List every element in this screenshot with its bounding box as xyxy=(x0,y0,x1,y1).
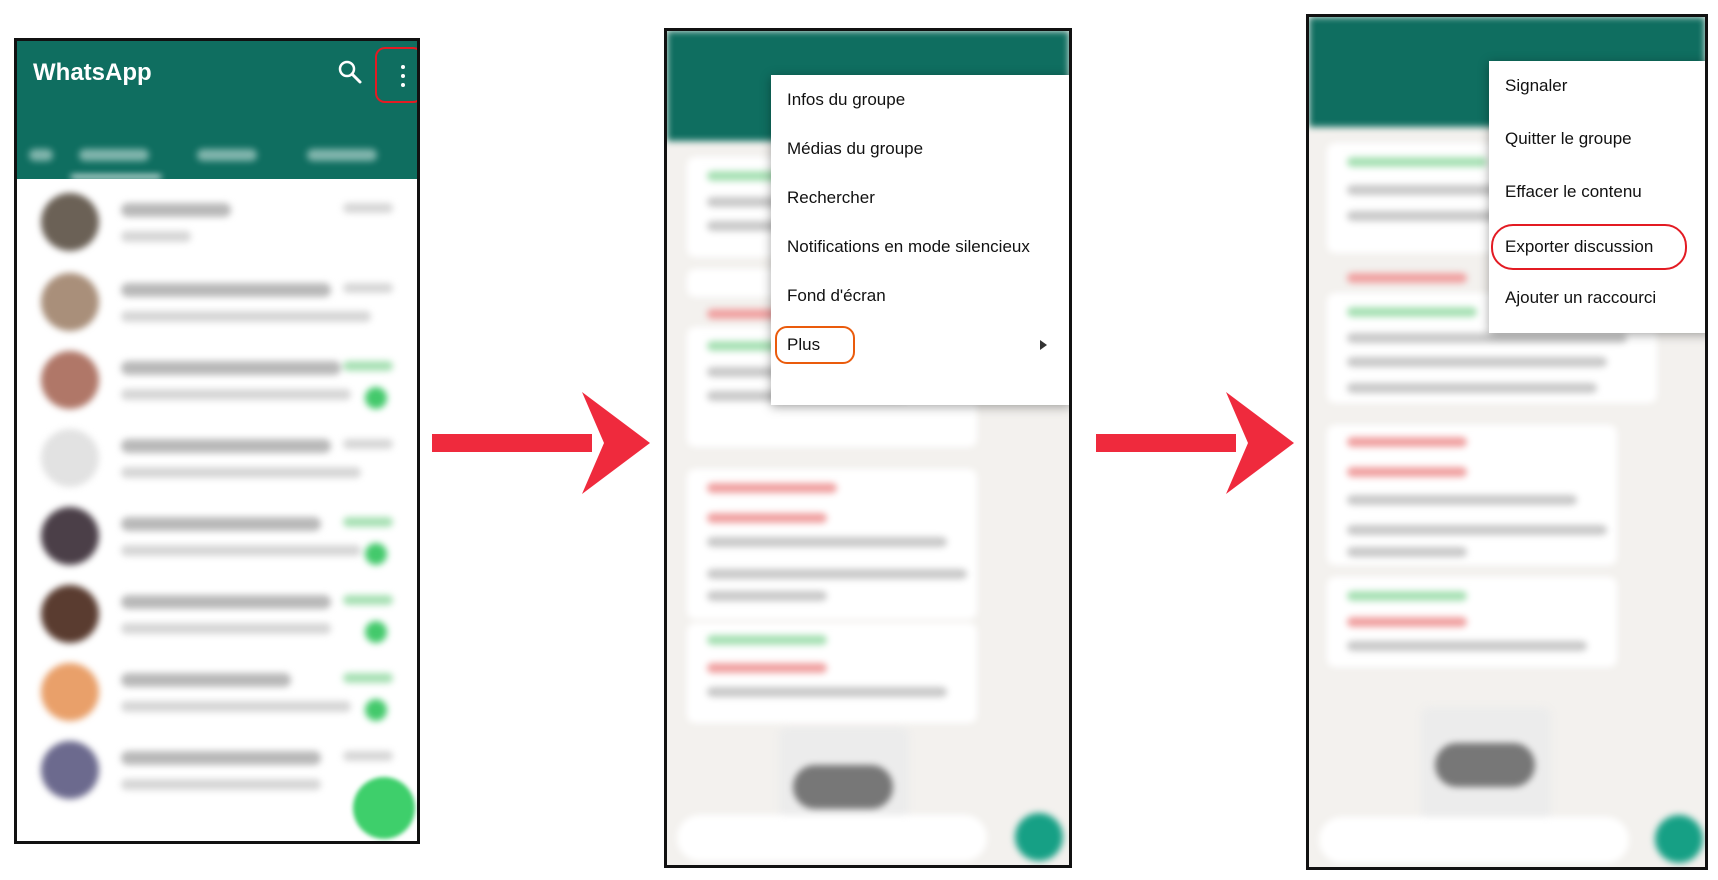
list-item[interactable] xyxy=(33,571,413,657)
overflow-menu: Infos du groupe Médias du groupe Recherc… xyxy=(771,75,1069,405)
app-title: WhatsApp xyxy=(33,59,152,86)
list-item[interactable] xyxy=(33,493,413,579)
menu-item-exit-group[interactable]: Quitter le groupe xyxy=(1489,114,1705,163)
new-chat-icon[interactable] xyxy=(353,777,415,839)
more-submenu: Signaler Quitter le groupe Effacer le co… xyxy=(1489,61,1705,333)
chat-list xyxy=(17,179,417,841)
menu-item-export-chat[interactable]: Exporter discussion xyxy=(1489,220,1705,273)
list-item[interactable] xyxy=(33,415,413,501)
more-highlight-circle xyxy=(775,326,855,364)
arrow-right-icon xyxy=(432,392,650,494)
group-chat-menu-screen: Infos du groupe Médias du groupe Recherc… xyxy=(664,28,1072,868)
menu-highlight-circle xyxy=(375,47,417,103)
whatsapp-home-screen: WhatsApp xyxy=(14,38,420,844)
menu-item-group-info[interactable]: Infos du groupe xyxy=(771,75,1069,124)
menu-item-mute-notifications[interactable]: Notifications en mode silencieux xyxy=(771,222,1069,271)
list-item[interactable] xyxy=(33,649,413,735)
more-submenu-screen: Signaler Quitter le groupe Effacer le co… xyxy=(1306,14,1708,870)
list-item[interactable] xyxy=(33,259,413,345)
list-item[interactable] xyxy=(33,337,413,423)
menu-item-more[interactable]: Plus xyxy=(771,320,1069,369)
app-bar: WhatsApp xyxy=(17,41,417,179)
search-icon[interactable] xyxy=(335,57,365,87)
menu-item-clear-chat[interactable]: Effacer le contenu xyxy=(1489,167,1705,216)
chevron-right-icon xyxy=(1040,340,1047,350)
menu-item-wallpaper[interactable]: Fond d'écran xyxy=(771,271,1069,320)
menu-item-report[interactable]: Signaler xyxy=(1489,61,1705,110)
export-highlight-circle xyxy=(1491,224,1687,270)
list-item[interactable] xyxy=(33,179,413,265)
arrow-right-icon xyxy=(1096,392,1294,494)
tab-bar xyxy=(17,127,417,179)
menu-item-group-media[interactable]: Médias du groupe xyxy=(771,124,1069,173)
menu-item-search[interactable]: Rechercher xyxy=(771,173,1069,222)
menu-item-add-shortcut[interactable]: Ajouter un raccourci xyxy=(1489,273,1705,322)
